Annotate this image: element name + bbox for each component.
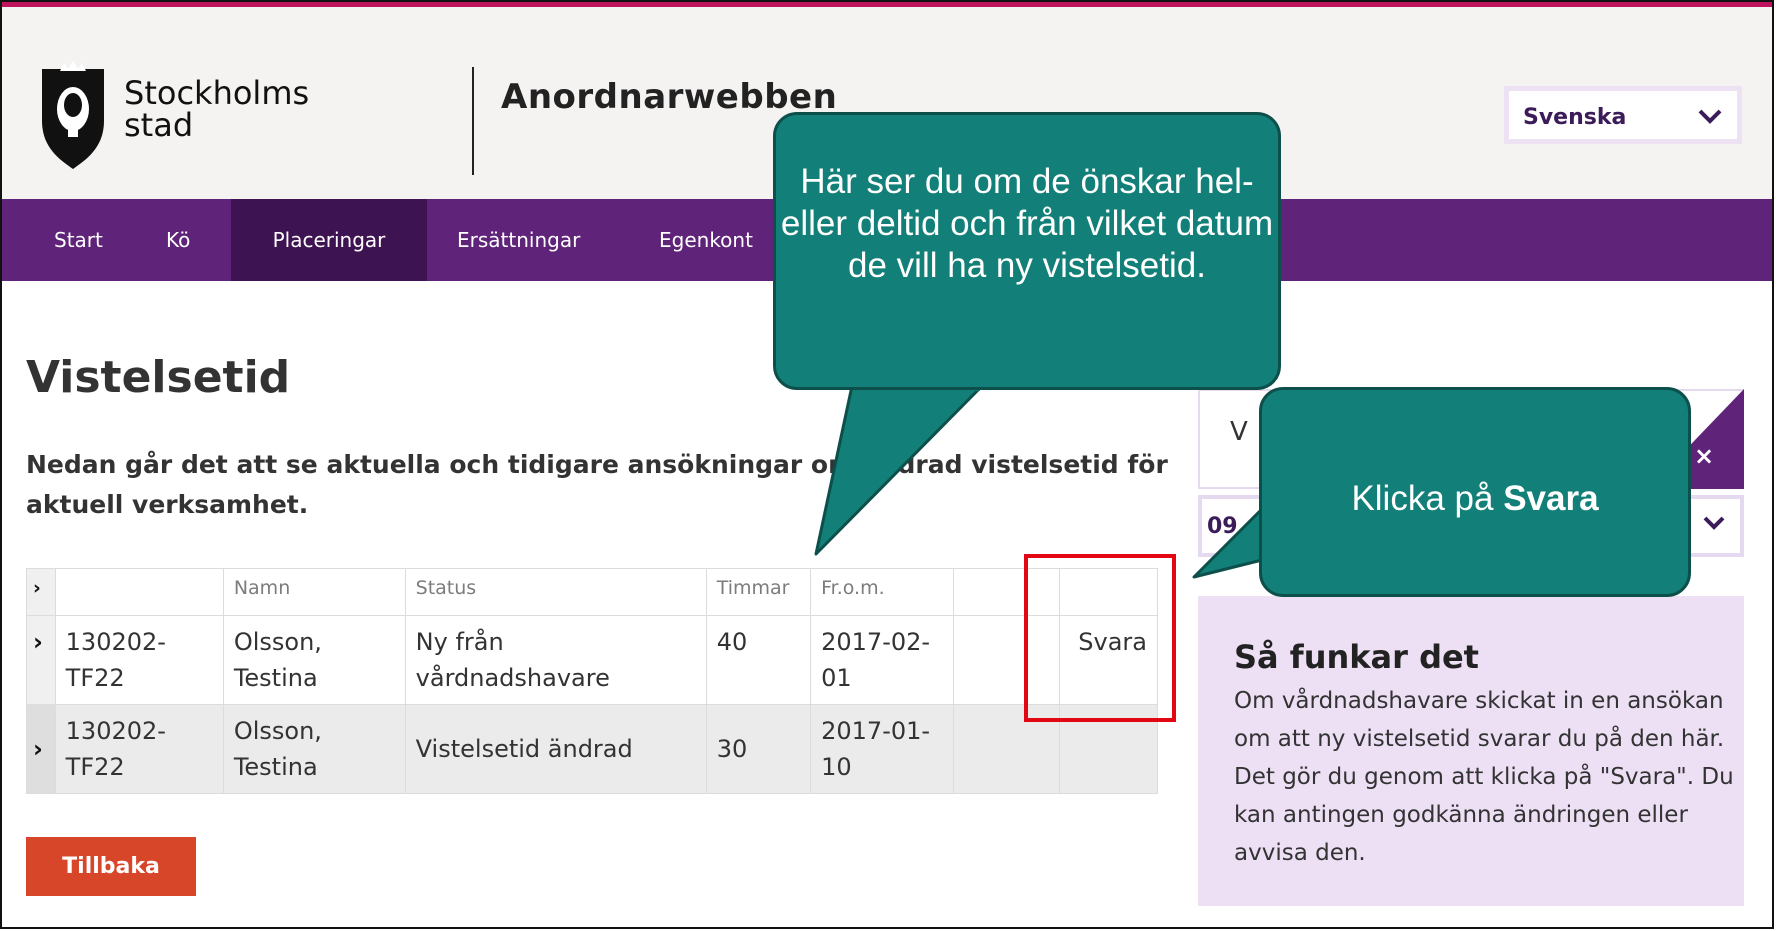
table-row[interactable]: › 130202-TF22 Olsson, Testina Ny från vå… [26, 615, 1158, 705]
stockholm-crest-icon[interactable] [38, 61, 108, 171]
vistelsetid-table: › Namn Status Timmar Fr.o.m. › 130202-TF… [26, 568, 1158, 794]
row-id: 130202-TF22 [54, 704, 224, 794]
info-text: Om vårdnadshavare skickat in en ansökan … [1234, 688, 1734, 866]
row-status: Ny från vårdnadshavare [404, 615, 707, 705]
app-title: Anordnarwebben [501, 77, 838, 117]
nav-item-ko[interactable]: Kö [166, 199, 190, 281]
callout-tail-1 [814, 384, 984, 556]
page-title: Vistelsetid [26, 352, 291, 403]
nav-item-ersattningar[interactable]: Ersättningar [457, 199, 580, 281]
row-status: Vistelsetid ändrad [404, 704, 707, 794]
table-header-row: › Namn Status Timmar Fr.o.m. [26, 568, 1158, 616]
chevron-down-icon [1703, 516, 1725, 530]
language-select-value: Svenska [1523, 105, 1627, 130]
logo-text-line2: stad [124, 106, 194, 144]
col-header-id [54, 568, 224, 616]
intro-text: Nedan går det att se aktuella och tidiga… [26, 450, 1168, 519]
info-box: Så funkar det Om vårdnadshavare skickat … [1198, 596, 1744, 906]
language-select[interactable]: Svenska [1504, 86, 1742, 144]
nav-item-egenkontroll[interactable]: Egenkont [659, 199, 753, 281]
col-header-status: Status [404, 568, 707, 616]
row-id: 130202-TF22 [54, 615, 224, 705]
col-header-namn: Namn [222, 568, 406, 616]
sidebar-filter-label: V [1230, 417, 1248, 447]
callout-bubble-1: Här ser du om de önskar hel- eller delti… [773, 112, 1281, 390]
logo-text-line1: Stockholms [124, 74, 310, 112]
callout-2-bold: Svara [1503, 479, 1599, 518]
expand-all-icon[interactable]: › [26, 568, 56, 616]
close-icon[interactable]: × [1694, 442, 1714, 470]
header-divider [472, 67, 474, 175]
callout-tail-2 [1192, 503, 1268, 579]
browser-page: Stockholms stad Anordnarwebben Svenska S… [0, 0, 1774, 929]
row-from: 2017-02-01 [810, 615, 955, 705]
row-hours: 40 [705, 615, 812, 705]
row-hours: 30 [705, 704, 812, 794]
svara-highlight-box [1024, 554, 1176, 722]
col-header-from: Fr.o.m. [810, 568, 955, 616]
chevron-down-icon [1698, 109, 1722, 124]
row-from: 2017-01-10 [810, 704, 955, 794]
row-name: Olsson, Testina [222, 704, 406, 794]
row-expand-icon[interactable]: › [26, 704, 56, 794]
back-button[interactable]: Tillbaka [26, 837, 196, 896]
table-row[interactable]: › 130202-TF22 Olsson, Testina Vistelseti… [26, 704, 1158, 794]
col-header-timmar: Timmar [705, 568, 812, 616]
info-title: Så funkar det [1234, 638, 1479, 676]
row-name: Olsson, Testina [222, 615, 406, 705]
nav-item-start[interactable]: Start [54, 199, 103, 281]
nav-item-placeringar[interactable]: Placeringar [231, 199, 427, 281]
callout-bubble-2: Klicka på Svara [1259, 387, 1691, 597]
row-expand-icon[interactable]: › [26, 615, 56, 705]
logo-wordmark[interactable]: Stockholms stad [124, 77, 309, 141]
callout-2-text: Klicka på [1351, 479, 1504, 518]
